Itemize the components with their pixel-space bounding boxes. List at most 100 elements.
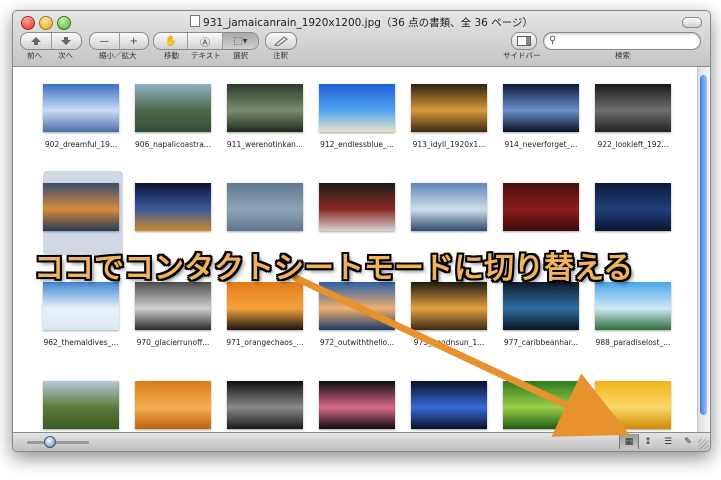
thumbnail-image (503, 183, 579, 231)
thumbnail-item[interactable]: 970_glacierrunoff... (135, 282, 211, 347)
thumbnail-item[interactable]: 962_themaldives_... (43, 282, 119, 347)
thumbnail-item[interactable] (227, 183, 303, 231)
thumbnail-image (595, 84, 671, 132)
thumbnail-image (43, 381, 119, 429)
forward-label: 次へ (58, 51, 73, 60)
thumbnail-item[interactable]: 971_orangechaos_... (226, 282, 304, 347)
grid-icon: ▦ (624, 436, 634, 447)
contact-sheet-view-button[interactable]: ▦ (619, 434, 639, 449)
tool-segment: ✋ Ⓐ ⬚▾ (153, 32, 259, 50)
thumbnail-item[interactable]: 914_neverforget_... (503, 84, 579, 149)
thumbnail-caption: 988_paradiselost_... (595, 338, 671, 347)
annotation-banner: ココでコンタクトシートモードに切り替える (34, 251, 634, 286)
thumbnail-item[interactable] (43, 183, 119, 231)
select-tool-button[interactable]: ⬚▾ (222, 33, 258, 49)
document-icon (190, 15, 201, 27)
sidebar-button[interactable] (511, 32, 537, 50)
sidebar-label: サイドバー (503, 51, 541, 60)
thumbnail-caption: 971_orangechaos_... (226, 338, 304, 347)
thumbnail-item[interactable]: 922_lookleft_192... (595, 84, 671, 149)
thumbnail-item[interactable] (135, 381, 211, 429)
titlebar: 931_jamaicanrain_1920x1200.jpg（36 点の書類、全… (13, 11, 710, 67)
thumbnail-image (595, 183, 671, 231)
thumbnail-image (135, 183, 211, 231)
tool-label-move: 移動 (164, 51, 179, 60)
window-title: 931_jamaicanrain_1920x1200.jpg（36 点の書類、全… (13, 15, 710, 30)
annotate-button[interactable] (265, 32, 297, 50)
scroll-thumb[interactable] (700, 75, 707, 415)
thumbnail-item[interactable]: 972_outwiththelio... (319, 282, 395, 347)
thumbnail-caption: 913_idyll_1920x1... (412, 140, 486, 149)
zoom-out-button[interactable]: — (90, 33, 120, 49)
thumbnail-image (135, 381, 211, 429)
text-tool-button[interactable]: Ⓐ (188, 33, 223, 49)
vertical-scrollbar[interactable] (697, 67, 710, 433)
thumbnail-item[interactable] (595, 183, 671, 231)
search-icon: ⚲ (549, 35, 557, 46)
list-icon: ☰ (663, 436, 673, 447)
thumbnail-image (319, 183, 395, 231)
thumbnail-image (319, 84, 395, 132)
thumbnail-item[interactable]: 906_napalicoastra... (135, 84, 211, 149)
thumbnail-size-slider[interactable] (27, 441, 89, 444)
thumbnail-caption: 912_endlessblue_... (320, 140, 394, 149)
thumbnail-item[interactable] (503, 381, 579, 429)
move-tool-button[interactable]: ✋ (154, 33, 189, 49)
plus-icon: + (129, 35, 138, 47)
annotation-view-button[interactable]: ✎ (679, 434, 697, 449)
thumbnail-image (227, 84, 303, 132)
thumbnail-image (411, 381, 487, 429)
nav-segment (20, 32, 82, 50)
thumbnail-item[interactable]: 911_werenotinkan... (227, 84, 303, 149)
thumbnail-item[interactable] (411, 381, 487, 429)
sort-view-button[interactable]: ↕ (639, 434, 657, 449)
thumbnail-caption: 977_caribbeanhar... (503, 338, 579, 347)
thumbnail-item[interactable]: 902_dreamful_19... (43, 84, 119, 149)
thumbnail-item[interactable]: 913_idyll_1920x1... (411, 84, 487, 149)
forward-button[interactable] (52, 33, 82, 49)
thumbnail-item[interactable] (503, 183, 579, 231)
thumbnail-caption: 902_dreamful_19... (44, 140, 118, 149)
back-button[interactable] (21, 33, 52, 49)
tool-label-select: 選択 (233, 51, 248, 60)
thumbnail-item[interactable]: 912_endlessblue_... (319, 84, 395, 149)
thumbnail-image (227, 183, 303, 231)
thumbnail-item[interactable] (227, 381, 303, 429)
thumbnail-caption: 962_themaldives_... (43, 338, 119, 347)
thumbnail-image (227, 381, 303, 429)
thumbnail-image (43, 84, 119, 132)
minus-icon: — (99, 35, 110, 47)
list-view-button[interactable]: ☰ (659, 434, 677, 449)
thumbnail-item[interactable]: 975_goodnsun_1... (411, 282, 487, 347)
thumbnail-item[interactable]: 977_caribbeanhar... (503, 282, 579, 347)
thumbnail-image (43, 183, 119, 231)
arrow-up-icon (30, 37, 41, 45)
thumbnail-item[interactable] (319, 183, 395, 231)
thumbnail-caption: 975_goodnsun_1... (413, 338, 485, 347)
thumbnail-item[interactable]: 988_paradiselost_... (595, 282, 671, 347)
tool-label-text: テキスト (191, 51, 221, 60)
zoom-label: 縮小／拡大 (99, 51, 137, 60)
thumbnail-item[interactable] (595, 381, 671, 429)
annotate-label: 注釈 (273, 51, 288, 60)
thumbnail-image (411, 183, 487, 231)
toolbar-toggle-button[interactable] (682, 17, 702, 28)
thumbnail-image (319, 381, 395, 429)
thumbnail-item[interactable] (43, 381, 119, 429)
thumbnail-item[interactable] (135, 183, 211, 231)
thumbnail-caption: 922_lookleft_192... (597, 140, 669, 149)
thumbnail-caption: 972_outwiththelio... (319, 338, 395, 347)
thumbnail-image (411, 282, 487, 330)
zoom-segment: — + (89, 32, 149, 50)
thumbnail-image (411, 84, 487, 132)
thumbnail-size-slider-knob[interactable] (44, 436, 56, 448)
thumbnail-item[interactable] (319, 381, 395, 429)
search-field[interactable]: ⚲ (543, 32, 701, 50)
resize-grip[interactable] (698, 439, 708, 449)
thumbnail-item[interactable] (411, 183, 487, 231)
zoom-in-button[interactable]: + (120, 33, 149, 49)
search-label: 検索 (615, 51, 630, 60)
pencil-icon (274, 36, 288, 46)
thumbnail-image (503, 381, 579, 429)
thumbnail-image (503, 84, 579, 132)
